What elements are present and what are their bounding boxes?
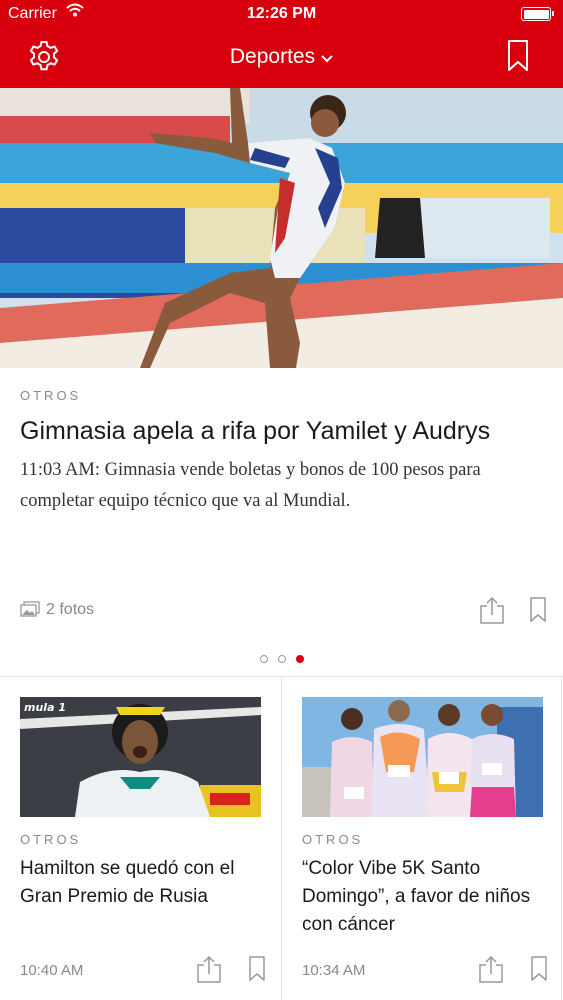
- hero-article[interactable]: OTROS Gimnasia apela a rifa por Yamilet …: [20, 388, 543, 517]
- thumbnail-logo-text: mula 1: [24, 701, 66, 714]
- card-time: 10:40 AM: [20, 962, 84, 979]
- hero-footer: 2 fotos: [20, 592, 546, 628]
- pager-dot[interactable]: [259, 655, 268, 663]
- section-selector[interactable]: Deportes: [0, 45, 563, 69]
- hero-category: OTROS: [20, 388, 82, 403]
- card-category: OTROS: [20, 832, 82, 847]
- card-bookmark-button[interactable]: [530, 956, 548, 982]
- hero-share-button[interactable]: [479, 596, 505, 624]
- share-icon: [479, 955, 503, 983]
- section-title: Deportes: [229, 45, 316, 68]
- bookmark-icon: [249, 956, 265, 981]
- card-category: OTROS: [302, 832, 364, 847]
- chevron-down-icon: [321, 45, 333, 69]
- card-share-button[interactable]: [478, 955, 504, 983]
- hero-summary: 11:03 AM: Gimnasia vende boletas y bonos…: [20, 460, 481, 511]
- bookmark-icon: [531, 956, 547, 981]
- bookmark-icon: [508, 40, 528, 71]
- share-icon: [197, 955, 221, 983]
- hero-image[interactable]: [0, 88, 563, 368]
- card-bookmark-button[interactable]: [248, 956, 266, 982]
- card-title[interactable]: “Color Vibe 5K Santo Domingo”, a favor d…: [302, 855, 548, 939]
- hero-bookmark-button[interactable]: [529, 597, 547, 623]
- photos-count: 2 fotos: [46, 601, 95, 618]
- status-bar: Carrier 12:26 PM: [0, 0, 563, 30]
- card-title[interactable]: Hamilton se quedó con el Gran Premio de …: [20, 855, 266, 911]
- article-card[interactable]: OTROS “Color Vibe 5K Santo Domingo”, a f…: [282, 676, 562, 1000]
- top-bar: Carrier 12:26 PM Deportes: [0, 0, 563, 88]
- card-share-button[interactable]: [196, 955, 222, 983]
- card-time: 10:34 AM: [302, 962, 366, 979]
- share-icon: [480, 596, 504, 624]
- bookmarks-button[interactable]: [507, 38, 529, 74]
- status-time: 12:26 PM: [246, 5, 317, 22]
- article-card[interactable]: mula 1 OTROS Hamilton se quedó con el Gr…: [0, 676, 280, 1000]
- photos-link[interactable]: 2 fotos: [20, 601, 94, 619]
- hero-title[interactable]: Gimnasia apela a rifa por Yamilet y Audr…: [20, 415, 543, 447]
- battery-icon: [521, 7, 554, 21]
- pager-dot[interactable]: [277, 655, 286, 663]
- pager-dot-active[interactable]: [295, 655, 304, 663]
- bookmark-icon: [530, 597, 546, 622]
- article-thumbnail: [302, 697, 543, 817]
- article-thumbnail: mula 1: [20, 697, 261, 817]
- carousel-pager: [0, 650, 563, 668]
- photos-icon: [20, 601, 40, 617]
- nav-bar: Deportes: [0, 30, 563, 88]
